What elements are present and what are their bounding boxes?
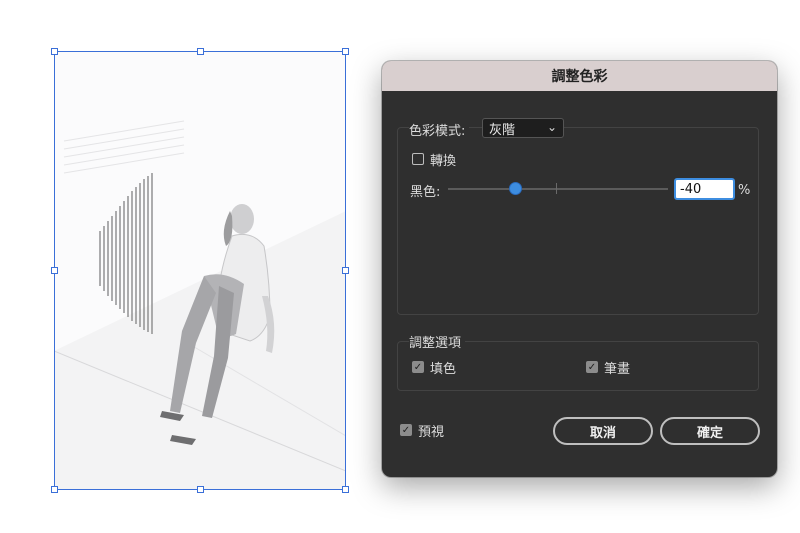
fill-label: 填色 <box>430 362 457 377</box>
color-mode-select[interactable]: 灰階 ⌄ <box>482 118 564 138</box>
resize-handle-bottom-left[interactable] <box>51 486 58 493</box>
color-mode-label: 色彩模式: <box>409 120 470 139</box>
color-mode-value: 灰階 <box>489 122 516 138</box>
black-label: 黑色: <box>410 185 441 200</box>
black-value-input[interactable] <box>674 178 735 200</box>
dialog-titlebar[interactable]: 調整色彩 <box>382 61 777 91</box>
selected-image[interactable] <box>54 51 346 490</box>
ok-button[interactable]: 確定 <box>660 417 760 445</box>
percent-unit-label: % <box>738 183 751 198</box>
resize-handle-right[interactable] <box>342 267 349 274</box>
preview-label: 預視 <box>418 425 445 440</box>
convert-checkbox[interactable] <box>412 153 424 165</box>
black-slider-thumb[interactable] <box>509 182 522 195</box>
adjust-options-label: 調整選項 <box>409 332 466 351</box>
adjust-colors-dialog: 調整色彩 色彩模式: 灰階 ⌄ 轉換 黑色: % 調整選項 ✓ 填色 ✓ 筆畫 … <box>382 61 777 477</box>
resize-handle-top-left[interactable] <box>51 48 58 55</box>
black-slider-midpoint <box>556 183 557 194</box>
stroke-label: 筆畫 <box>604 362 631 377</box>
convert-label: 轉換 <box>430 154 457 169</box>
resize-handle-bottom-right[interactable] <box>342 486 349 493</box>
ok-button-label: 確定 <box>696 425 723 441</box>
grayscale-photo <box>54 120 346 490</box>
stroke-checkbox[interactable]: ✓ <box>586 361 598 373</box>
preview-checkbox[interactable]: ✓ <box>400 424 412 436</box>
resize-handle-top[interactable] <box>197 48 204 55</box>
fill-checkbox[interactable]: ✓ <box>412 361 424 373</box>
cancel-button-label: 取消 <box>589 425 616 441</box>
chevron-down-icon: ⌄ <box>546 120 557 134</box>
black-slider-track[interactable] <box>448 188 668 190</box>
dialog-title: 調整色彩 <box>551 69 608 85</box>
resize-handle-top-right[interactable] <box>342 48 349 55</box>
resize-handle-bottom[interactable] <box>197 486 204 493</box>
cancel-button[interactable]: 取消 <box>553 417 653 445</box>
resize-handle-left[interactable] <box>51 267 58 274</box>
